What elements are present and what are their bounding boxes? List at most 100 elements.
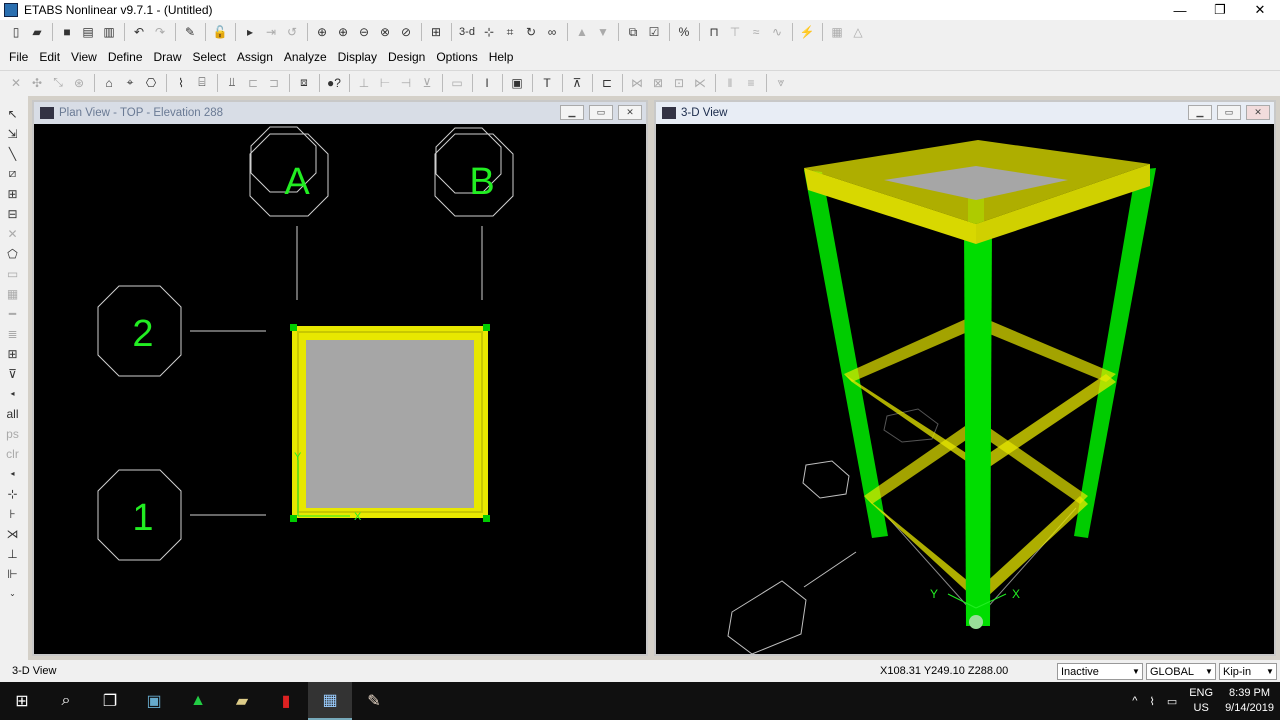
restore-button[interactable]: ❐	[1200, 0, 1240, 20]
select-channel-icon[interactable]: ⊏	[597, 73, 617, 93]
slab-area[interactable]	[306, 340, 474, 508]
etabs-taskbar-icon[interactable]: ▦	[308, 682, 352, 720]
assign-restraint-icon[interactable]: ⊛	[69, 73, 89, 93]
assign-area-icon[interactable]: ⊣	[396, 73, 416, 93]
menu-edit[interactable]: Edit	[39, 50, 60, 64]
column-left[interactable]	[804, 170, 888, 538]
select-area-icon[interactable]: ▣	[507, 73, 527, 93]
search-icon[interactable]: ⌕	[44, 682, 88, 720]
wall-pier-icon[interactable]: ⌇	[171, 73, 191, 93]
plan-close-button[interactable]: ✕	[618, 105, 642, 120]
composite-design-icon[interactable]: ⊡	[669, 73, 689, 93]
snap-points-icon[interactable]: ⊹	[3, 484, 23, 503]
windows-start-icon[interactable]: ⊞	[0, 682, 44, 720]
pdf-app-icon[interactable]: ▮	[264, 682, 308, 720]
3d-view-canvas[interactable]: Y X	[656, 124, 1274, 655]
language-indicator[interactable]: ENG US	[1189, 686, 1213, 716]
run-back-icon[interactable]: ↺	[282, 22, 302, 42]
clear-selection-icon[interactable]: clr	[3, 444, 23, 463]
run-step-icon[interactable]: ⇥	[261, 22, 281, 42]
snap-lines-icon[interactable]: ⊩	[3, 564, 23, 583]
assign-link-icon[interactable]: ⊻	[417, 73, 437, 93]
close-button[interactable]: ✕	[1240, 0, 1280, 20]
frame-section-icon[interactable]: ⌂	[99, 73, 119, 93]
plan-view-titlebar[interactable]: Plan View - TOP - Elevation 288 ▁ ▭ ✕	[34, 102, 646, 124]
scroll-up-icon[interactable]: ◂	[3, 384, 23, 403]
draw-line-icon[interactable]: ╲	[3, 144, 23, 163]
print-icon[interactable]: ▤	[78, 22, 98, 42]
overwrites-icon[interactable]: ≡	[741, 73, 761, 93]
menu-analyze[interactable]: Analyze	[284, 50, 327, 64]
menu-select[interactable]: Select	[193, 50, 226, 64]
concrete-design-icon[interactable]: ⊠	[648, 73, 668, 93]
save-icon[interactable]: ■	[57, 22, 77, 42]
draw-special-joint-icon[interactable]: ✣	[27, 73, 47, 93]
tray-overflow-icon[interactable]: ^	[1132, 695, 1137, 707]
help-query-icon[interactable]: ●?	[324, 73, 344, 93]
draw-area-icon[interactable]: ⬠	[3, 244, 23, 263]
clock[interactable]: 8:39 PM 9/14/2019	[1225, 686, 1274, 716]
zoom-in-icon[interactable]: ⊕	[333, 22, 353, 42]
notifications-icon[interactable]: ▭	[1167, 695, 1177, 708]
print-tables-icon[interactable]: ▥	[99, 22, 119, 42]
assign-frame-icon[interactable]: ⊢	[375, 73, 395, 93]
zoom-window-icon[interactable]: ⊕	[312, 22, 332, 42]
scroll-down-icon[interactable]: ⌄	[3, 584, 23, 603]
task-view-icon[interactable]: ❐	[88, 682, 132, 720]
reshape-icon[interactable]: ⇲	[3, 124, 23, 143]
display-options-icon[interactable]: ▭	[447, 73, 467, 93]
draw-grid-icon[interactable]: ⊞	[3, 344, 23, 363]
notes-app-icon[interactable]: ▰	[220, 682, 264, 720]
steel-design-icon[interactable]: ⋈	[627, 73, 647, 93]
area-section-icon[interactable]: ⎔	[141, 73, 161, 93]
plan-minimize-button[interactable]: ▁	[560, 105, 584, 120]
zoom-restore-icon[interactable]: ⊗	[375, 22, 395, 42]
lateral-loads-icon[interactable]: ⩔	[771, 73, 791, 93]
select-brace-icon[interactable]: ⊼	[567, 73, 587, 93]
units-select[interactable]: Kip-in ▼	[1219, 663, 1277, 680]
zoom-previous-icon[interactable]: ⊘	[396, 22, 416, 42]
plan-view-canvas[interactable]: A B 2 1 Y X	[34, 124, 646, 654]
rotate-3d-icon[interactable]: ↻	[521, 22, 541, 42]
column-front[interactable]	[964, 224, 992, 626]
snap-intersections-icon[interactable]: ⋊	[3, 524, 23, 543]
draw-frame-icon[interactable]: ⧄	[3, 164, 23, 183]
undeformed-shape-icon[interactable]: ⊓	[704, 22, 724, 42]
menu-design[interactable]: Design	[388, 50, 425, 64]
scroll-mid-icon[interactable]: ◂	[3, 464, 23, 483]
draw-wall-icon[interactable]: ━	[3, 304, 23, 323]
snap-perpendicular-icon[interactable]: ⊥	[3, 544, 23, 563]
menu-display[interactable]: Display	[338, 50, 377, 64]
draw-link-icon[interactable]: ⤡	[48, 73, 68, 93]
3d-minimize-button[interactable]: ▁	[1188, 105, 1212, 120]
column-b2[interactable]	[483, 324, 490, 331]
shear-wall-design-icon[interactable]: ‖	[720, 73, 740, 93]
mode-shape-icon[interactable]: ∿	[767, 22, 787, 42]
3d-view-window[interactable]: 3-D View ▁ ▭ ✕ Y X	[654, 100, 1276, 656]
select-beam-icon[interactable]: T	[537, 73, 557, 93]
view-3d-button[interactable]: 3-d	[456, 22, 478, 42]
menu-assign[interactable]: Assign	[237, 50, 273, 64]
pointer-icon[interactable]: ↖	[3, 104, 23, 123]
perspective-icon[interactable]: ∞	[542, 22, 562, 42]
3d-maximize-button[interactable]: ▭	[1217, 105, 1241, 120]
menu-options[interactable]: Options	[436, 50, 477, 64]
column-b1[interactable]	[483, 515, 490, 522]
column-a1[interactable]	[290, 515, 297, 522]
plan-view-window[interactable]: Plan View - TOP - Elevation 288 ▁ ▭ ✕ A …	[32, 100, 648, 656]
virtual-work-icon[interactable]: △	[848, 22, 868, 42]
menu-define[interactable]: Define	[108, 50, 143, 64]
coord-system-select[interactable]: GLOBAL ▼	[1146, 663, 1216, 680]
area-loads-icon[interactable]: ⊐	[264, 73, 284, 93]
draw-section-cut-icon[interactable]: ⊽	[3, 364, 23, 383]
menu-view[interactable]: View	[71, 50, 97, 64]
column-a2[interactable]	[290, 324, 297, 331]
draw-rect-area-icon[interactable]: ▭	[3, 264, 23, 283]
member-forces-icon[interactable]: ⚡	[797, 22, 817, 42]
green-app-icon[interactable]: ▲	[176, 682, 220, 720]
create-walls-icon[interactable]: ≣	[3, 324, 23, 343]
joint-loads-icon[interactable]: ⫫	[222, 73, 242, 93]
wall-spandrel-icon[interactable]: ⌸	[192, 73, 212, 93]
minimize-button[interactable]: —	[1160, 0, 1200, 20]
state-select[interactable]: Inactive ▼	[1057, 663, 1143, 680]
